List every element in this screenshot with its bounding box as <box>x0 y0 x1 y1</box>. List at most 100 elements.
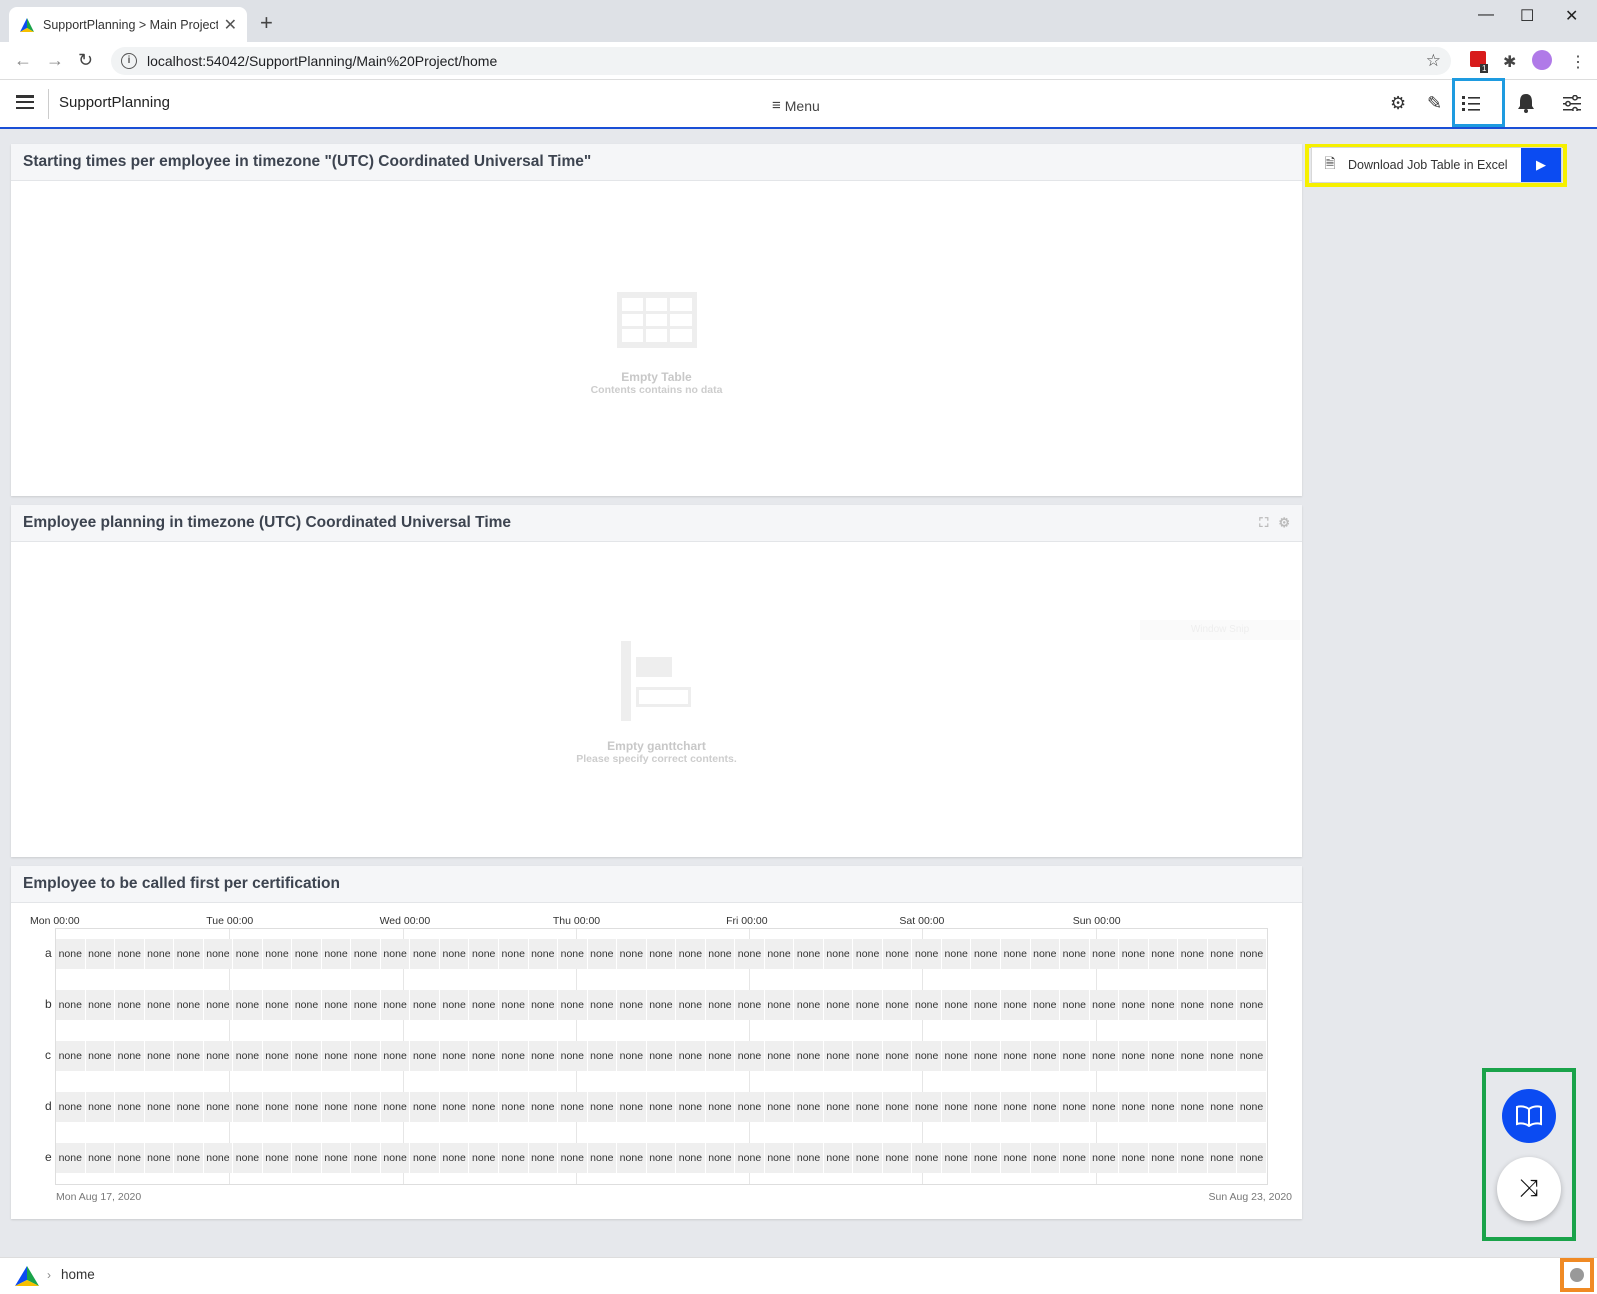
schedule-cell[interactable]: none <box>765 990 795 1020</box>
schedule-cell[interactable]: none <box>86 1041 116 1071</box>
schedule-cell[interactable]: none <box>942 1143 972 1173</box>
schedule-cell[interactable]: none <box>233 939 263 969</box>
schedule-cell[interactable]: none <box>617 990 647 1020</box>
schedule-cell[interactable]: none <box>706 1092 736 1122</box>
schedule-cell[interactable]: none <box>233 1092 263 1122</box>
schedule-cell[interactable]: none <box>410 990 440 1020</box>
schedule-cell[interactable]: none <box>322 1092 352 1122</box>
hamburger-icon[interactable] <box>16 95 34 109</box>
schedule-cell[interactable]: none <box>558 990 588 1020</box>
schedule-cell[interactable]: none <box>174 1041 204 1071</box>
schedule-cell[interactable]: none <box>440 939 470 969</box>
schedule-cell[interactable]: none <box>86 1143 116 1173</box>
schedule-cell[interactable]: none <box>912 1092 942 1122</box>
schedule-cell[interactable]: none <box>883 1143 913 1173</box>
schedule-cell[interactable]: none <box>824 990 854 1020</box>
shuffle-button[interactable]: ⤨ <box>1497 1157 1561 1221</box>
schedule-cell[interactable]: none <box>558 1041 588 1071</box>
schedule-cell[interactable]: none <box>263 939 293 969</box>
schedule-cell[interactable]: none <box>765 1143 795 1173</box>
schedule-cell[interactable]: none <box>56 1041 86 1071</box>
schedule-cell[interactable]: none <box>1119 1041 1149 1071</box>
schedule-cell[interactable]: none <box>735 939 765 969</box>
schedule-cell[interactable]: none <box>174 1143 204 1173</box>
schedule-cell[interactable]: none <box>410 939 440 969</box>
schedule-cell[interactable]: none <box>706 1143 736 1173</box>
schedule-cell[interactable]: none <box>912 939 942 969</box>
schedule-cell[interactable]: none <box>1001 990 1031 1020</box>
schedule-cell[interactable]: none <box>1060 1041 1090 1071</box>
schedule-cell[interactable]: none <box>56 1143 86 1173</box>
schedule-cell[interactable]: none <box>174 939 204 969</box>
schedule-cell[interactable]: none <box>204 990 234 1020</box>
schedule-cell[interactable]: none <box>1208 1041 1238 1071</box>
schedule-cell[interactable]: none <box>735 1143 765 1173</box>
schedule-cell[interactable]: none <box>56 1092 86 1122</box>
schedule-cell[interactable]: none <box>1001 1092 1031 1122</box>
schedule-cell[interactable]: none <box>440 990 470 1020</box>
schedule-cell[interactable]: none <box>824 1041 854 1071</box>
globe-icon[interactable] <box>1570 1268 1584 1282</box>
schedule-cell[interactable]: none <box>558 939 588 969</box>
book-button[interactable] <box>1502 1089 1556 1143</box>
schedule-cell[interactable]: none <box>588 990 618 1020</box>
browser-tab[interactable]: SupportPlanning > Main Project/ ✕ <box>9 7 247 42</box>
app-logo-icon[interactable] <box>14 1265 40 1287</box>
schedule-cell[interactable]: none <box>115 939 145 969</box>
schedule-cell[interactable]: none <box>735 990 765 1020</box>
schedule-cell[interactable]: none <box>115 1143 145 1173</box>
schedule-cell[interactable]: none <box>1237 990 1267 1020</box>
schedule-cell[interactable]: none <box>735 1041 765 1071</box>
schedule-cell[interactable]: none <box>499 1041 529 1071</box>
schedule-cell[interactable]: none <box>1119 990 1149 1020</box>
schedule-cell[interactable]: none <box>174 990 204 1020</box>
schedule-cell[interactable]: none <box>529 1092 559 1122</box>
reload-icon[interactable]: ↻ <box>78 50 93 71</box>
schedule-cell[interactable]: none <box>381 1143 411 1173</box>
schedule-cell[interactable]: none <box>971 990 1001 1020</box>
schedule-cell[interactable]: none <box>292 1041 322 1071</box>
schedule-cell[interactable]: none <box>292 1092 322 1122</box>
schedule-cell[interactable]: none <box>1090 1143 1120 1173</box>
schedule-cell[interactable]: none <box>1149 1092 1179 1122</box>
new-tab-button[interactable]: + <box>260 12 273 34</box>
schedule-cell[interactable]: none <box>263 1092 293 1122</box>
schedule-cell[interactable]: none <box>1119 1092 1149 1122</box>
schedule-cell[interactable]: none <box>1090 1041 1120 1071</box>
schedule-cell[interactable]: none <box>322 990 352 1020</box>
schedule-cell[interactable]: none <box>1119 1143 1149 1173</box>
schedule-cell[interactable]: none <box>499 990 529 1020</box>
schedule-cell[interactable]: none <box>145 1092 175 1122</box>
schedule-cell[interactable]: none <box>115 990 145 1020</box>
schedule-cell[interactable]: none <box>1090 1092 1120 1122</box>
schedule-cell[interactable]: none <box>558 1092 588 1122</box>
schedule-cell[interactable]: none <box>263 1143 293 1173</box>
schedule-cell[interactable]: none <box>794 1092 824 1122</box>
schedule-cell[interactable]: none <box>381 1092 411 1122</box>
schedule-cell[interactable]: none <box>469 1041 499 1071</box>
schedule-cell[interactable]: none <box>971 939 1001 969</box>
schedule-cell[interactable]: none <box>1149 939 1179 969</box>
schedule-cell[interactable]: none <box>1208 939 1238 969</box>
schedule-cell[interactable]: none <box>1178 1143 1208 1173</box>
schedule-cell[interactable]: none <box>971 1092 1001 1122</box>
schedule-cell[interactable]: none <box>883 1092 913 1122</box>
schedule-cell[interactable]: none <box>145 939 175 969</box>
schedule-cell[interactable]: none <box>971 1041 1001 1071</box>
schedule-cell[interactable]: none <box>204 939 234 969</box>
schedule-cell[interactable]: none <box>115 1092 145 1122</box>
schedule-cell[interactable]: none <box>499 939 529 969</box>
schedule-cell[interactable]: none <box>86 939 116 969</box>
schedule-cell[interactable]: none <box>676 1092 706 1122</box>
schedule-cell[interactable]: none <box>499 1143 529 1173</box>
schedule-cell[interactable]: none <box>588 939 618 969</box>
schedule-cell[interactable]: none <box>292 939 322 969</box>
schedule-cell[interactable]: none <box>292 1143 322 1173</box>
schedule-cell[interactable]: none <box>676 1041 706 1071</box>
schedule-cell[interactable]: none <box>56 939 86 969</box>
schedule-cell[interactable]: none <box>794 1041 824 1071</box>
schedule-cell[interactable]: none <box>1031 990 1061 1020</box>
schedule-cell[interactable]: none <box>322 1143 352 1173</box>
schedule-cell[interactable]: none <box>381 990 411 1020</box>
schedule-cell[interactable]: none <box>1149 1143 1179 1173</box>
